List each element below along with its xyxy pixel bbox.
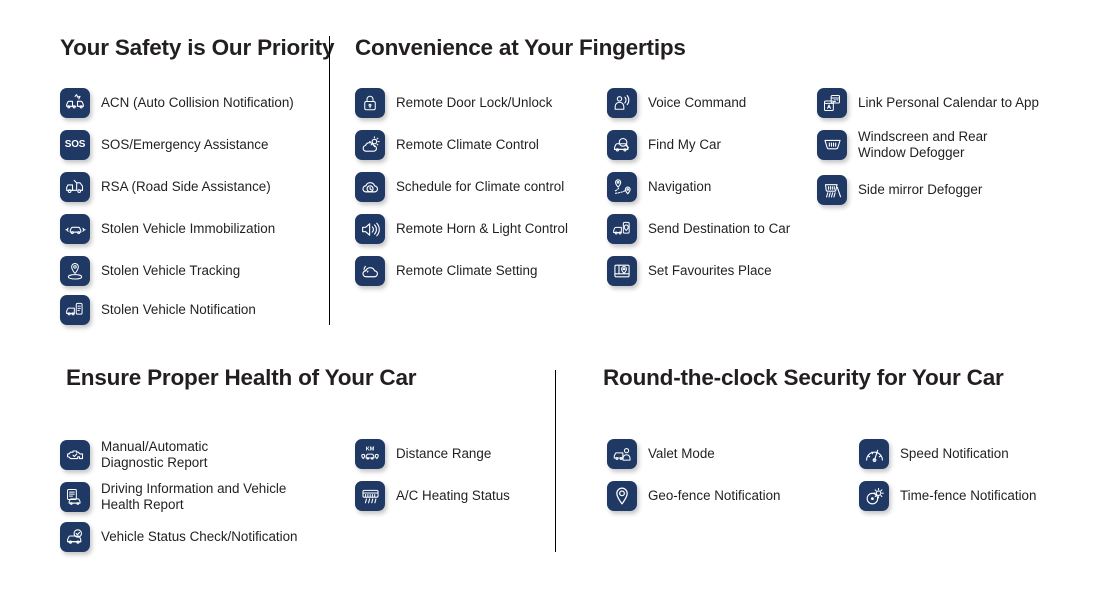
feature-item-link-personal-calendar[interactable]: Link Personal Calendar to App <box>817 88 1039 118</box>
feature-item-find-my-car[interactable]: Find My Car <box>607 130 721 160</box>
feature-item-sos[interactable]: SOS SOS/Emergency Assistance <box>60 130 268 160</box>
divider-safety-convenience <box>329 36 330 325</box>
horn-speaker-icon <box>355 214 385 244</box>
feature-item-remote-horn-light[interactable]: Remote Horn & Light Control <box>355 214 568 244</box>
side-mirror-defogger-icon <box>817 175 847 205</box>
feature-label: Driving Information and Vehicle Health R… <box>101 481 287 512</box>
feature-label: Schedule for Climate control <box>396 179 565 195</box>
feature-label: Set Favourites Place <box>648 263 772 279</box>
cloud-sun-icon <box>355 130 385 160</box>
section-heading-safety: Your Safety is Our Priority <box>60 35 335 60</box>
feature-item-voice-command[interactable]: Voice Command <box>607 88 746 118</box>
padlock-icon <box>355 88 385 118</box>
car-status-check-icon <box>60 522 90 552</box>
feature-label: Navigation <box>648 179 712 195</box>
feature-label: Vehicle Status Check/Notification <box>101 529 298 545</box>
sos-icon: SOS <box>60 130 90 160</box>
feature-item-valet-mode[interactable]: Valet Mode <box>607 439 715 469</box>
car-immobilize-icon <box>60 214 90 244</box>
features-canvas: Your Safety is Our Priority ACN (Auto Co… <box>0 0 1120 600</box>
feature-label: Remote Climate Setting <box>396 263 538 279</box>
section-heading-health: Ensure Proper Health of Your Car <box>66 365 417 390</box>
feature-item-time-fence-notification[interactable]: Time-fence Notification <box>859 481 1036 511</box>
feature-label: Time-fence Notification <box>900 488 1037 504</box>
geo-pin-icon <box>607 481 637 511</box>
speed-gauge-icon <box>859 439 889 469</box>
km-range-icon: KM <box>355 439 385 469</box>
section-heading-security: Round-the-clock Security for Your Car <box>603 365 1004 390</box>
feature-item-navigation[interactable]: Navigation <box>607 172 711 202</box>
feature-label: Valet Mode <box>648 446 715 462</box>
feature-item-geo-fence-notification[interactable]: Geo-fence Notification <box>607 481 781 511</box>
collision-cars-icon <box>60 88 90 118</box>
feature-item-vehicle-status-check[interactable]: Vehicle Status Check/Notification <box>60 522 298 552</box>
feature-label: Manual/Automatic Diagnostic Report <box>101 439 209 470</box>
time-gear-icon <box>859 481 889 511</box>
feature-label: Remote Door Lock/Unlock <box>396 95 553 111</box>
feature-item-remote-door-lock[interactable]: Remote Door Lock/Unlock <box>355 88 552 118</box>
route-pin-icon <box>607 172 637 202</box>
car-notification-icon <box>60 295 90 325</box>
feature-label: RSA (Road Side Assistance) <box>101 179 271 195</box>
feature-label: Geo-fence Notification <box>648 488 781 504</box>
feature-item-stolen-vehicle-tracking[interactable]: Stolen Vehicle Tracking <box>60 256 240 286</box>
feature-label: Remote Climate Control <box>396 137 539 153</box>
feature-item-schedule-climate-control[interactable]: Schedule for Climate control <box>355 172 564 202</box>
feature-item-acn[interactable]: ACN (Auto Collision Notification) <box>60 88 294 118</box>
feature-label: Speed Notification <box>900 446 1009 462</box>
feature-item-stolen-vehicle-immobilization[interactable]: Stolen Vehicle Immobilization <box>60 214 275 244</box>
feature-label: Voice Command <box>648 95 747 111</box>
feature-label: Find My Car <box>648 137 721 153</box>
feature-label: Stolen Vehicle Tracking <box>101 263 241 279</box>
feature-label: Distance Range <box>396 446 492 462</box>
valet-car-icon <box>607 439 637 469</box>
feature-label: Remote Horn & Light Control <box>396 221 568 237</box>
feature-item-send-destination[interactable]: Send Destination to Car <box>607 214 790 244</box>
cloud-signal-icon <box>355 256 385 286</box>
feature-item-set-favourites-place[interactable]: Set Favourites Place <box>607 256 772 286</box>
feature-item-rsa[interactable]: RSA (Road Side Assistance) <box>60 172 271 202</box>
feature-label: Stolen Vehicle Immobilization <box>101 221 276 237</box>
driving-report-icon <box>60 481 90 512</box>
windscreen-defogger-icon <box>817 129 847 160</box>
cloud-schedule-icon <box>355 172 385 202</box>
feature-item-stolen-vehicle-notification[interactable]: Stolen Vehicle Notification <box>60 295 256 325</box>
feature-label: Windscreen and Rear Window Defogger <box>858 129 988 160</box>
feature-item-speed-notification[interactable]: Speed Notification <box>859 439 1009 469</box>
feature-item-remote-climate-setting[interactable]: Remote Climate Setting <box>355 256 537 286</box>
feature-item-ac-heating-status[interactable]: A/C Heating Status <box>355 481 510 511</box>
feature-label: Link Personal Calendar to App <box>858 95 1039 111</box>
feature-label: Side mirror Defogger <box>858 182 983 198</box>
section-heading-convenience: Convenience at Your Fingertips <box>355 35 686 60</box>
car-tracking-pin-icon <box>60 256 90 286</box>
map-favourite-icon <box>607 256 637 286</box>
tow-truck-icon <box>60 172 90 202</box>
feature-label: Send Destination to Car <box>648 221 791 237</box>
send-destination-car-icon <box>607 214 637 244</box>
feature-item-driving-information[interactable]: Driving Information and Vehicle Health R… <box>60 481 286 512</box>
feature-item-side-mirror-defogger[interactable]: Side mirror Defogger <box>817 175 982 205</box>
feature-label: SOS/Emergency Assistance <box>101 137 269 153</box>
feature-item-distance-range[interactable]: KM Distance Range <box>355 439 491 469</box>
feature-item-windscreen-defogger[interactable]: Windscreen and Rear Window Defogger <box>817 129 988 160</box>
ac-heating-icon <box>355 481 385 511</box>
divider-health-security <box>555 370 556 552</box>
calendar-link-icon <box>817 88 847 118</box>
car-magnifier-icon <box>607 130 637 160</box>
feature-label: ACN (Auto Collision Notification) <box>101 95 294 111</box>
feature-item-diagnostic-report[interactable]: Manual/Automatic Diagnostic Report <box>60 439 208 470</box>
engine-check-icon <box>60 439 90 470</box>
feature-label: A/C Heating Status <box>396 488 510 504</box>
feature-label: Stolen Vehicle Notification <box>101 302 256 318</box>
voice-person-icon <box>607 88 637 118</box>
svg-text:KM: KM <box>366 447 375 453</box>
feature-item-remote-climate-control[interactable]: Remote Climate Control <box>355 130 539 160</box>
